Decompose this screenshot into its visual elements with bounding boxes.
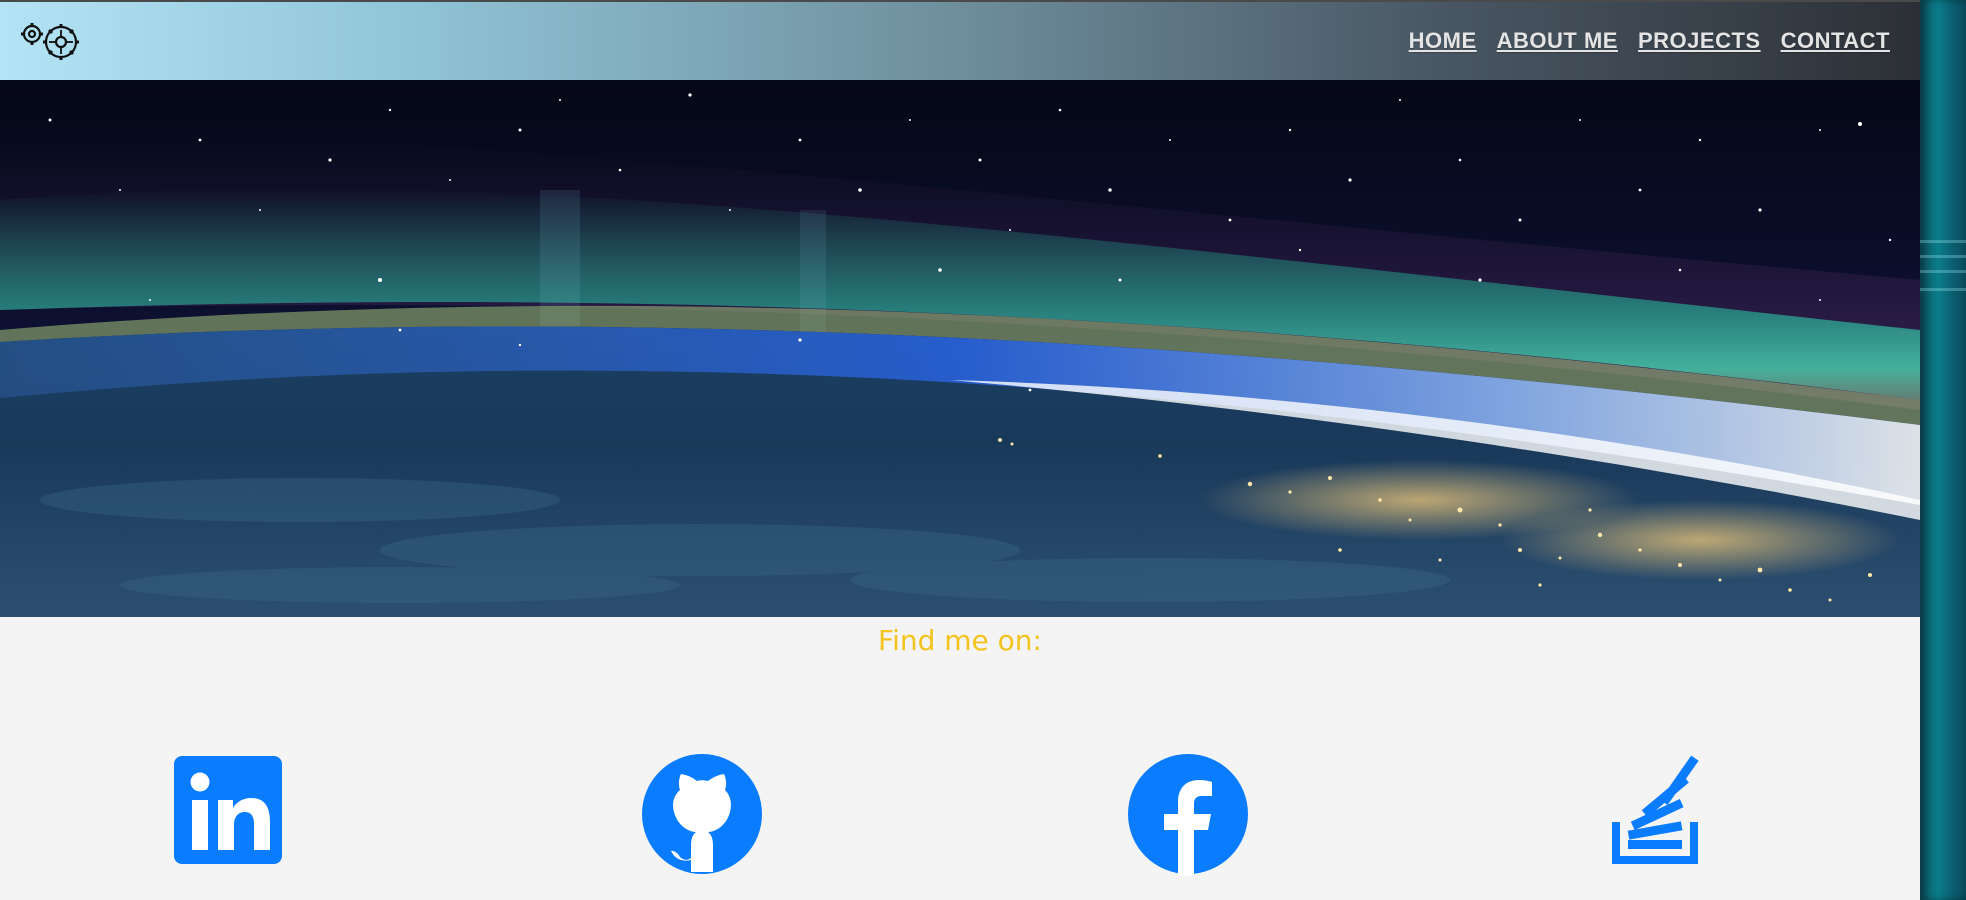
gears-logo-icon[interactable] xyxy=(18,20,82,64)
nav-link-contact[interactable]: CONTACT xyxy=(1781,28,1890,54)
github-icon[interactable] xyxy=(642,752,772,882)
stackoverflow-icon[interactable] xyxy=(1606,752,1736,882)
nav-link-about-me[interactable]: ABOUT ME xyxy=(1497,28,1618,54)
page: HOME ABOUT ME PROJECTS CONTACT Find me o… xyxy=(0,0,1920,900)
hero-image-earth-aurora xyxy=(0,80,1920,617)
linkedin-icon[interactable] xyxy=(170,752,300,882)
find-me-heading: Find me on: xyxy=(878,624,1042,657)
nav-link-projects[interactable]: PROJECTS xyxy=(1638,28,1761,54)
nav-link-home[interactable]: HOME xyxy=(1409,28,1477,54)
nav-links: HOME ABOUT ME PROJECTS CONTACT xyxy=(1409,28,1890,54)
page-background-edge xyxy=(1920,0,1966,900)
navbar: HOME ABOUT ME PROJECTS CONTACT xyxy=(0,0,1920,80)
facebook-icon[interactable] xyxy=(1128,752,1258,882)
